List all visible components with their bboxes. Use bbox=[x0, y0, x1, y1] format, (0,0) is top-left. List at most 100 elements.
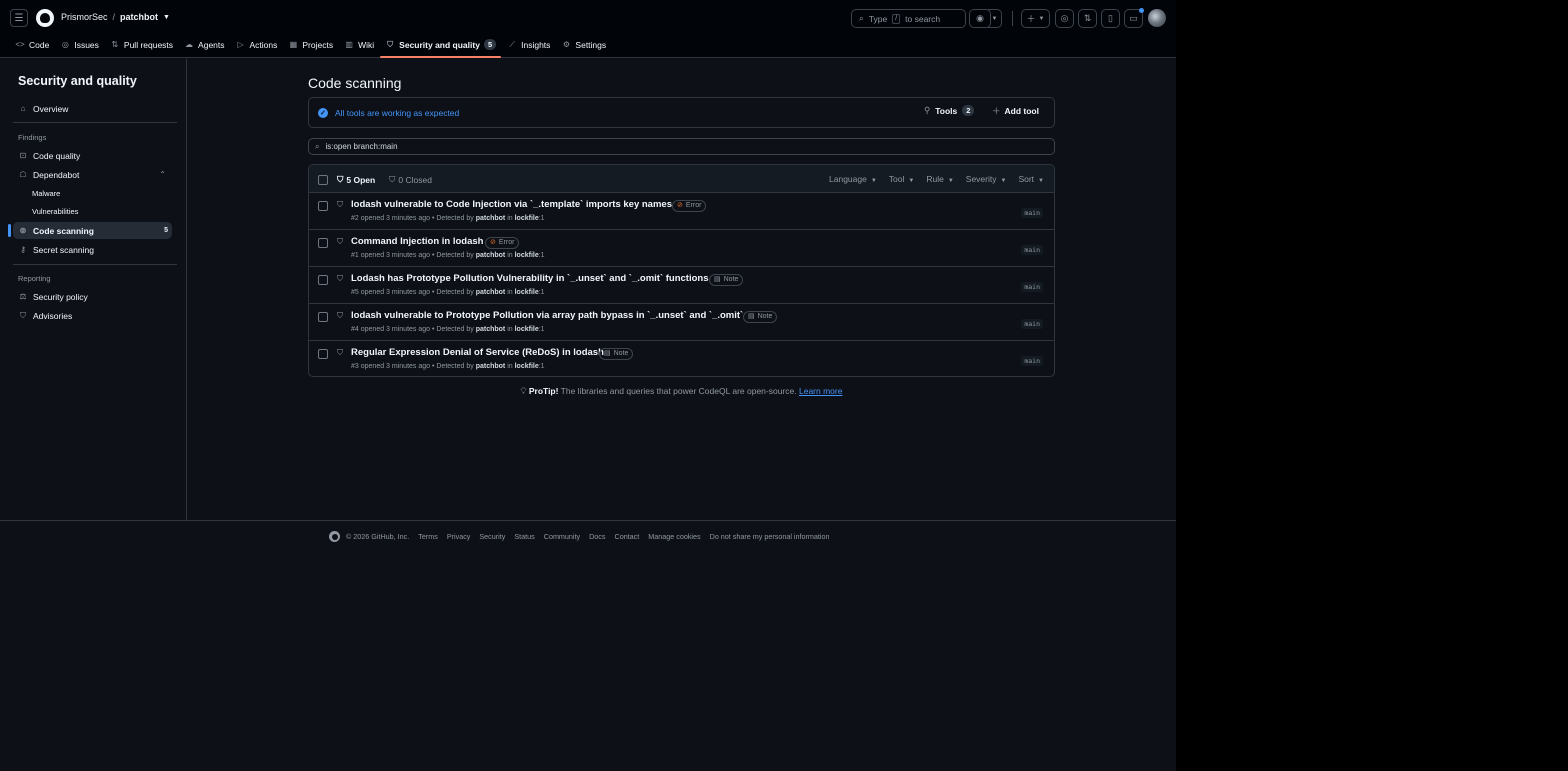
filter-label: Rule bbox=[926, 174, 944, 184]
tab-insights[interactable]: ⟋ Insights bbox=[502, 36, 555, 53]
filter-label: Severity bbox=[965, 174, 997, 184]
tab-actions[interactable]: ▷ Actions bbox=[231, 36, 283, 53]
footer-link-status[interactable]: Status bbox=[514, 532, 534, 541]
alert-number: #5 bbox=[351, 289, 359, 296]
plus-icon: ＋ bbox=[992, 106, 1001, 116]
learn-more-link[interactable]: Learn more bbox=[799, 386, 842, 396]
tool-status-text[interactable]: All tools are working as expected bbox=[335, 108, 459, 118]
alert-file[interactable]: lockfile bbox=[515, 215, 539, 222]
row-checkbox[interactable] bbox=[318, 238, 328, 248]
tools-button[interactable]: ⚲ Tools 2 bbox=[924, 105, 975, 116]
footer-link-community[interactable]: Community bbox=[544, 532, 580, 541]
alert-file[interactable]: lockfile bbox=[515, 252, 539, 259]
menu-icon[interactable]: ☰ bbox=[10, 9, 28, 27]
alert-title-link[interactable]: Regular Expression Denial of Service (Re… bbox=[351, 347, 604, 358]
alert-title-link[interactable]: Command Injection in lodash bbox=[351, 236, 483, 247]
severity-label: Note bbox=[757, 313, 773, 320]
severity-label: Note bbox=[613, 350, 629, 357]
tab-settings[interactable]: ⚙ Settings bbox=[556, 36, 611, 53]
alerts-list-header: ⛉ 5 Open ⛉ 0 Closed Language ▼ Tool ▼ Rule ▼ … bbox=[309, 165, 1054, 193]
closed-filter[interactable]: ⛉ 0 Closed bbox=[389, 174, 432, 185]
home-icon: ⌂ bbox=[20, 104, 26, 113]
sidebar: Security and quality ⌂ Overview Findings … bbox=[0, 59, 187, 520]
sidebar-item-vulnerabilities[interactable]: Vulnerabilities bbox=[13, 203, 172, 220]
issue-opened-icon: ◎ bbox=[1060, 13, 1069, 23]
tab-wiki[interactable]: ▥ Wiki bbox=[339, 36, 379, 53]
footer-link-docs[interactable]: Docs bbox=[589, 532, 605, 541]
table-row: ⛉ Lodash has Prototype Pollution Vulnera… bbox=[309, 267, 1054, 304]
footer-link-security[interactable]: Security bbox=[479, 532, 505, 541]
row-checkbox[interactable] bbox=[318, 312, 328, 322]
tab-agents[interactable]: ☁ Agents bbox=[179, 36, 229, 53]
pull-requests-button[interactable]: ⇅ bbox=[1078, 9, 1097, 28]
sidebar-item-code-quality[interactable]: ⊡ Code quality bbox=[13, 147, 172, 164]
tab-label: Issues bbox=[74, 39, 99, 50]
chevron-down-icon: ▼ bbox=[870, 178, 877, 184]
copilot-dropdown-button[interactable]: ▼ bbox=[988, 9, 1002, 28]
tab-security-and-quality[interactable]: ⛉ Security and quality 5 bbox=[380, 36, 502, 58]
alert-filter-input[interactable]: ⌕ is:open branch:main bbox=[308, 138, 1055, 155]
footer-link-terms[interactable]: Terms bbox=[418, 532, 438, 541]
alert-title-link[interactable]: lodash vulnerable to Code Injection via … bbox=[351, 199, 672, 210]
sidebar-item-advisories[interactable]: ⛉ Advisories bbox=[13, 307, 172, 324]
open-filter[interactable]: ⛉ 5 Open bbox=[337, 174, 375, 185]
footer-link-manage-cookies[interactable]: Manage cookies bbox=[648, 532, 700, 541]
footer-link-do-not-share[interactable]: Do not share my personal information bbox=[710, 532, 830, 541]
row-checkbox[interactable] bbox=[318, 201, 328, 211]
severity-badge: ▤ Note bbox=[599, 348, 634, 360]
alert-opened: opened 3 minutes ago bbox=[360, 289, 431, 296]
filter-label: Tool bbox=[888, 174, 905, 184]
tool-filter[interactable]: Tool ▼ bbox=[889, 174, 915, 184]
owner-link[interactable]: PrismorSec bbox=[61, 12, 108, 22]
tab-code[interactable]: <> Code bbox=[10, 36, 54, 53]
issues-button[interactable]: ◎ bbox=[1055, 9, 1074, 28]
footer-link-contact[interactable]: Contact bbox=[615, 532, 640, 541]
create-new-button[interactable]: ＋ ▼ bbox=[1021, 9, 1050, 28]
tab-pull-requests[interactable]: ⇅ Pull requests bbox=[105, 36, 178, 53]
app-window: ☰ PrismorSec / patchbot ▼ ⌕ Type / to se… bbox=[0, 0, 1176, 771]
github-logo-icon[interactable] bbox=[329, 531, 340, 542]
add-tool-button[interactable]: ＋ Add tool bbox=[992, 105, 1039, 117]
code-icon: <> bbox=[15, 40, 25, 49]
tab-label: Actions bbox=[249, 39, 278, 50]
sort-filter[interactable]: Sort ▼ bbox=[1018, 174, 1044, 184]
footer: © 2026 GitHub, Inc. Terms Privacy Securi… bbox=[329, 531, 829, 542]
chevron-up-icon[interactable]: ⌃ bbox=[159, 170, 166, 179]
alert-file[interactable]: lockfile bbox=[515, 289, 539, 296]
tool-status-banner: ✓ All tools are working as expected ⚲ To… bbox=[308, 97, 1055, 128]
footer-link-privacy[interactable]: Privacy bbox=[447, 532, 471, 541]
alert-tool: patchbot bbox=[475, 363, 506, 370]
alert-detected: Detected by bbox=[436, 326, 474, 333]
severity-filter[interactable]: Severity ▼ bbox=[966, 174, 1007, 184]
shield-icon: ⛉ bbox=[337, 174, 344, 184]
avatar[interactable] bbox=[1148, 9, 1166, 27]
rule-filter[interactable]: Rule ▼ bbox=[926, 174, 953, 184]
alert-line: :1 bbox=[538, 363, 545, 370]
alert-tool: patchbot bbox=[475, 215, 506, 222]
alert-detected: Detected by bbox=[436, 252, 474, 259]
search-input[interactable]: ⌕ Type / to search bbox=[851, 9, 966, 28]
issue-opened-icon: ◎ bbox=[61, 40, 69, 49]
repo-link[interactable]: patchbot bbox=[120, 12, 158, 22]
github-logo-icon[interactable] bbox=[36, 9, 54, 27]
alert-file[interactable]: lockfile bbox=[515, 326, 539, 333]
alert-file[interactable]: lockfile bbox=[515, 363, 539, 370]
repositories-button[interactable]: ▯ bbox=[1101, 9, 1120, 28]
sidebar-item-security-policy[interactable]: ⚖ Security policy bbox=[13, 288, 172, 305]
sidebar-item-secret-scanning[interactable]: ⚷ Secret scanning bbox=[13, 241, 172, 258]
tab-label: Projects bbox=[302, 39, 334, 50]
sidebar-item-dependabot[interactable]: ☖ Dependabot ⌃ bbox=[13, 166, 172, 183]
sidebar-item-malware[interactable]: Malware bbox=[13, 185, 172, 202]
sidebar-item-overview[interactable]: ⌂ Overview bbox=[13, 100, 172, 117]
alert-title-link[interactable]: Lodash has Prototype Pollution Vulnerabi… bbox=[351, 273, 709, 284]
alert-title-link[interactable]: lodash vulnerable to Prototype Pollution… bbox=[351, 310, 743, 321]
language-filter[interactable]: Language ▼ bbox=[829, 174, 877, 184]
git-pull-request-icon: ⇅ bbox=[111, 40, 119, 49]
tab-issues[interactable]: ◎ Issues bbox=[55, 36, 104, 53]
sidebar-item-code-scanning[interactable]: ⊚ Code scanning 5 bbox=[8, 222, 172, 239]
row-checkbox[interactable] bbox=[318, 349, 328, 359]
tab-projects[interactable]: ▦ Projects bbox=[283, 36, 338, 53]
chevron-down-icon[interactable]: ▼ bbox=[163, 14, 170, 21]
row-checkbox[interactable] bbox=[318, 275, 328, 285]
select-all-checkbox[interactable] bbox=[318, 175, 328, 185]
